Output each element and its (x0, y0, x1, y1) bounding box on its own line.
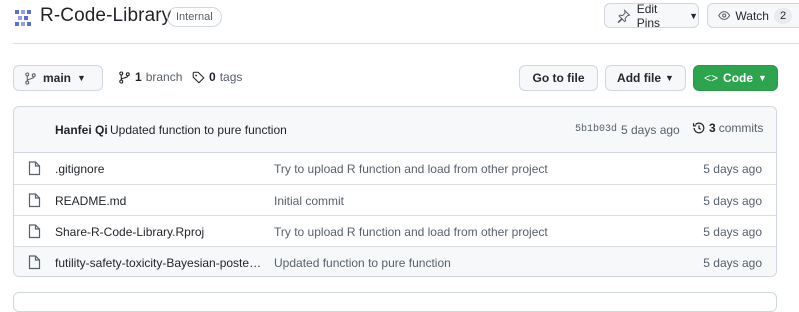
commit-count: 3 (709, 121, 716, 135)
visibility-badge: Internal (167, 7, 222, 27)
branch-icon (119, 70, 130, 84)
commit-author[interactable]: Hanfei Qi (55, 123, 108, 137)
caret-down-icon: ▼ (665, 73, 674, 83)
file-commit-message-link[interactable]: Try to upload R function and load from o… (274, 225, 548, 239)
file-name-link[interactable]: README.md (55, 194, 265, 208)
caret-down-icon: ▼ (689, 10, 698, 21)
watch-button[interactable]: Watch 2 ▼ (707, 3, 799, 28)
file-age: 5 days ago (703, 162, 762, 176)
file-commit-message-link[interactable]: Initial commit (274, 194, 344, 208)
branch-icon (25, 71, 36, 85)
repo-icon (15, 10, 31, 26)
branch-count: 1 (135, 70, 142, 84)
commit-word: commits (718, 121, 764, 135)
tag-icon (192, 71, 205, 84)
file-icon (28, 224, 41, 239)
file-commit-message-link[interactable]: Updated function to pure function (274, 256, 451, 270)
edit-pins-button[interactable]: Edit Pins ▼ (604, 1, 699, 30)
go-to-file-button[interactable]: Go to file (519, 65, 598, 91)
code-icon: <> (704, 71, 719, 85)
file-row[interactable]: Share-R-Code-Library.Rproj Try to upload… (14, 215, 776, 246)
commits-link[interactable]: 3 commits (692, 121, 763, 135)
file-name-link[interactable]: .gitignore (55, 162, 265, 176)
caret-down-icon: ▼ (77, 73, 86, 83)
file-name-link[interactable]: Share-R-Code-Library.Rproj (55, 225, 265, 239)
file-icon (28, 161, 41, 176)
latest-commit-bar: Hanfei Qi Updated function to pure funct… (14, 107, 776, 153)
branch-select-button[interactable]: main ▼ (13, 65, 103, 91)
file-row[interactable]: README.md Initial commit 5 days ago (14, 184, 776, 215)
tag-word: tags (219, 70, 243, 84)
file-row[interactable]: .gitignore Try to upload R function and … (14, 153, 776, 184)
commit-sha-link[interactable]: 5b1b03d (575, 124, 617, 135)
tags-link[interactable]: 0 tags (192, 70, 242, 84)
file-icon (28, 255, 41, 270)
branches-link[interactable]: 1 branch (118, 70, 182, 84)
commit-message-link[interactable]: Updated function to pure function (110, 123, 287, 137)
file-icon (28, 193, 41, 208)
eye-icon (718, 11, 731, 20)
file-age: 5 days ago (703, 225, 762, 239)
code-label: Code (723, 71, 754, 85)
branch-name: main (43, 71, 72, 85)
code-button[interactable]: <> Code ▼ (693, 65, 778, 91)
caret-down-icon: ▼ (758, 73, 767, 83)
file-table: Hanfei Qi Updated function to pure funct… (13, 106, 777, 277)
add-file-button[interactable]: Add file ▼ (605, 65, 686, 91)
watch-label: Watch (735, 8, 769, 23)
branch-word: branch (145, 70, 183, 84)
file-age: 5 days ago (703, 256, 762, 270)
header-divider (13, 43, 799, 44)
tag-count: 0 (209, 70, 216, 84)
file-row[interactable]: futility-safety-toxicity-Bayesian-poste…… (14, 246, 776, 276)
add-file-label: Add file (617, 71, 662, 85)
watch-count: 2 (773, 7, 793, 24)
file-name-link[interactable]: futility-safety-toxicity-Bayesian-poste… (55, 256, 265, 270)
edit-pins-label: Edit Pins (636, 1, 661, 30)
file-commit-message-link[interactable]: Try to upload R function and load from o… (274, 162, 548, 176)
commit-age: 5 days ago (621, 123, 680, 137)
readme-box (13, 292, 777, 312)
file-age: 5 days ago (703, 194, 762, 208)
pin-icon (617, 8, 631, 23)
repo-name-link[interactable]: R-Code-Library (40, 5, 171, 27)
history-icon (692, 122, 705, 134)
